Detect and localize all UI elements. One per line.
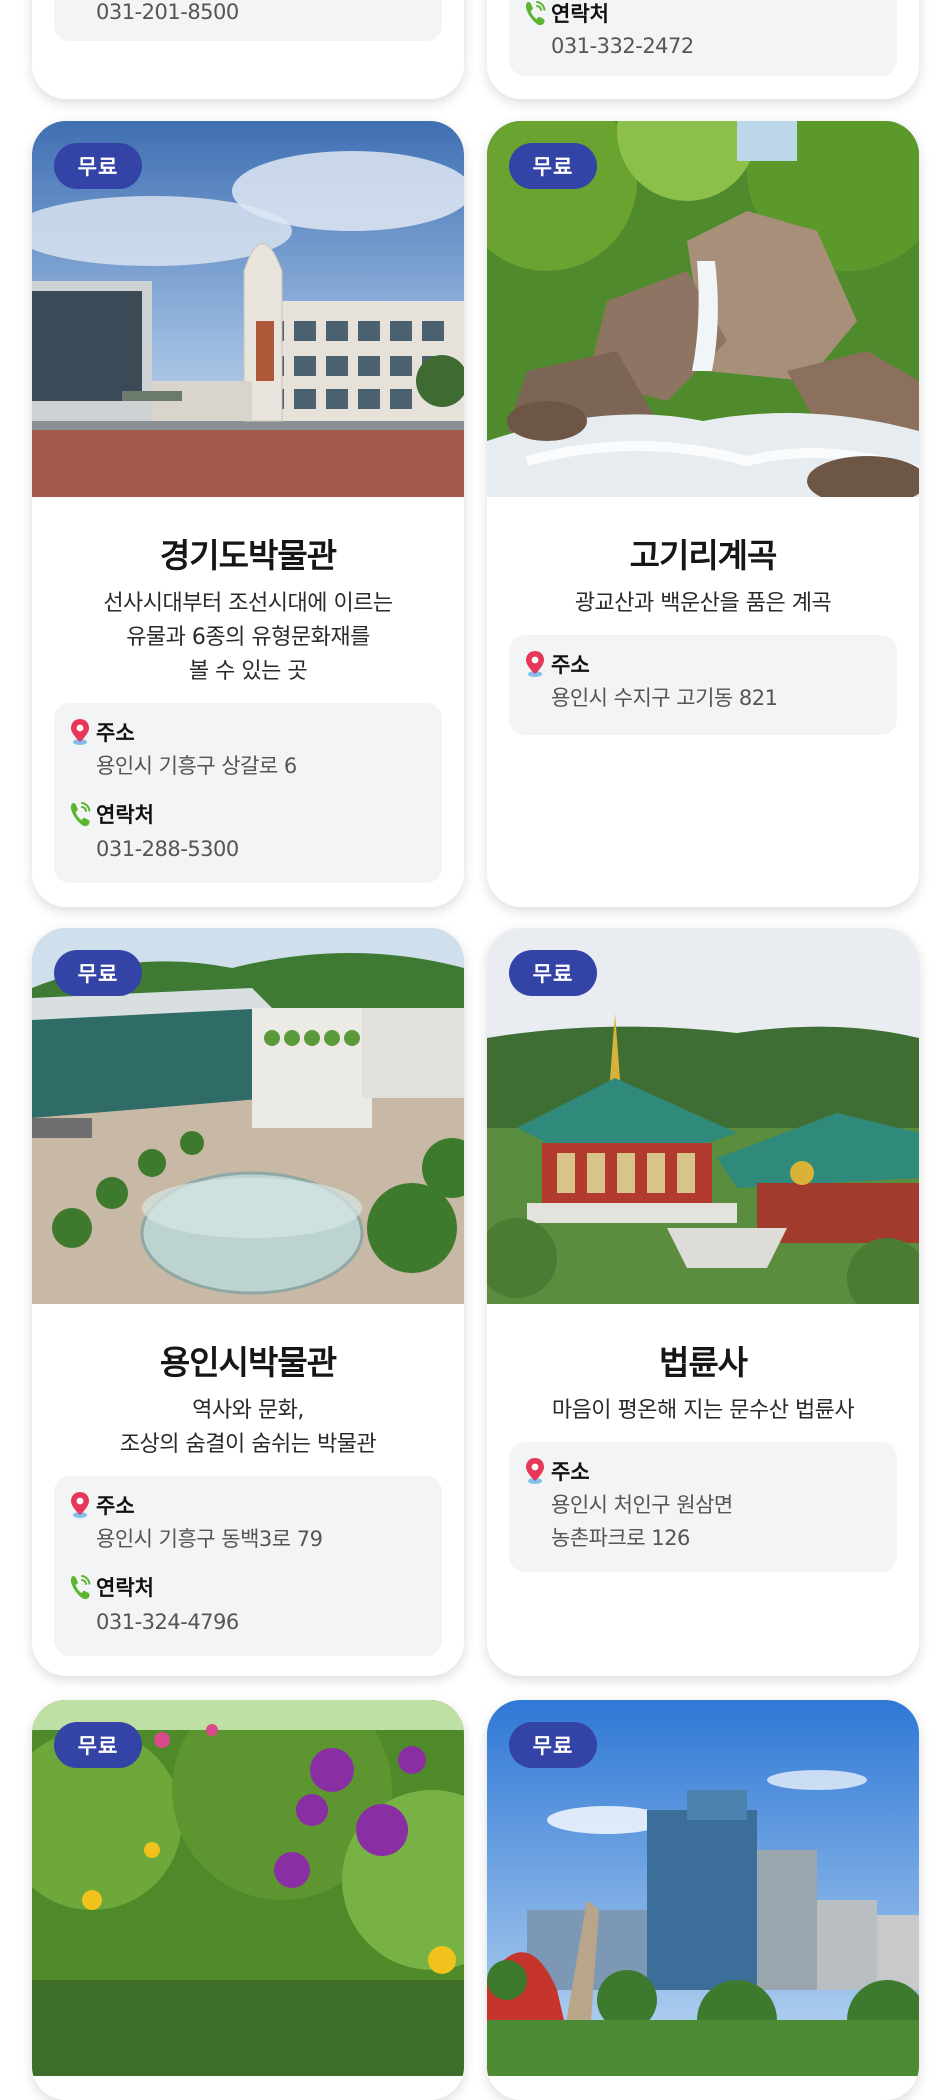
top-card-left[interactable]: 031-201-8500 [32, 0, 464, 99]
address-line: 용인시 수지구 고기동 821 [551, 686, 778, 710]
place-photo: 무료 [32, 1700, 464, 2076]
contact-label: 연락처 [551, 2, 609, 26]
address-value: 용인시 기흥구 동백3로 79 [96, 1523, 323, 1556]
free-badge: 무료 [509, 143, 597, 189]
place-photo: 무료 [487, 1700, 919, 2076]
phone-icon [521, 0, 549, 28]
place-card[interactable]: 무료 용인시박물관 역사와 문화, 조상의 숨결이 숨쉬는 박물관 주소 용인시… [32, 928, 464, 1676]
info-box: 주소 용인시 기흥구 상갈로 6 연락처 031-288-5300 [54, 703, 442, 883]
place-card[interactable]: 무료 경기도박물관 선사시대부터 조선시대에 이르는 유물과 6종의 유형문화재… [32, 121, 464, 907]
desc-line: 역사와 문화, [192, 1398, 304, 1423]
place-description: 광교산과 백운산을 품은 계곡 [487, 587, 919, 621]
place-card[interactable]: 무료 [32, 1700, 464, 2100]
phone-icon [66, 799, 94, 829]
place-title: 경기도박물관 [159, 536, 337, 575]
place-description: 선사시대부터 조선시대에 이르는 유물과 6종의 유형문화재를 볼 수 있는 곳 [32, 587, 464, 689]
map-pin-icon [66, 717, 94, 747]
phone-icon [66, 1572, 94, 1602]
address-value: 용인시 처인구 원삼면 농촌파크로 126 [551, 1489, 733, 1555]
place-title: 법륜사 [658, 1343, 748, 1382]
address-label-row: 주소 [521, 649, 590, 679]
desc-line: 볼 수 있는 곳 [188, 659, 308, 684]
address-label-row: 주소 [66, 717, 135, 747]
desc-line: 조상의 숨결이 숨쉬는 박물관 [119, 1432, 377, 1457]
map-pin-icon [66, 1490, 94, 1520]
info-box: 주소 용인시 수지구 고기동 821 [509, 635, 897, 735]
place-description: 역사와 문화, 조상의 숨결이 숨쉬는 박물관 [32, 1394, 464, 1462]
address-label: 주소 [551, 1460, 590, 1484]
contact-value: 031-324-4796 [96, 1610, 239, 1634]
address-value: 용인시 수지구 고기동 821 [551, 682, 778, 715]
address-line: 용인시 기흥구 동백3로 79 [96, 1527, 323, 1551]
place-photo: 무료 [32, 121, 464, 497]
address-line: 농촌파크로 126 [551, 1526, 690, 1550]
desc-line: 유물과 6종의 유형문화재를 [126, 625, 370, 650]
place-photo: 무료 [487, 928, 919, 1304]
place-description: 마음이 평온해 지는 문수산 법륜사 [487, 1394, 919, 1428]
place-card[interactable]: 무료 [487, 1700, 919, 2100]
place-photo: 무료 [487, 121, 919, 497]
contact-label-row: 연락처 [66, 1572, 154, 1602]
address-value: 용인시 기흥구 상갈로 6 [96, 750, 297, 783]
address-label: 주소 [96, 1494, 135, 1518]
info-box: 031-201-8500 [54, 0, 442, 41]
map-pin-icon [521, 649, 549, 679]
address-label: 주소 [96, 721, 135, 745]
top-card-right[interactable]: 연락처 031-332-2472 [487, 0, 919, 99]
desc-line: 광교산과 백운산을 품은 계곡 [574, 591, 832, 616]
info-box: 주소 용인시 처인구 원삼면 농촌파크로 126 [509, 1442, 897, 1572]
place-title: 용인시박물관 [159, 1343, 337, 1382]
address-label-row: 주소 [66, 1490, 135, 1520]
info-box: 주소 용인시 기흥구 동백3로 79 연락처 031-324-4796 [54, 1476, 442, 1656]
contact-value: 031-332-2472 [551, 34, 694, 58]
free-badge: 무료 [509, 1722, 597, 1768]
info-box: 연락처 031-332-2472 [509, 0, 897, 76]
address-label: 주소 [551, 653, 590, 677]
desc-line: 마음이 평온해 지는 문수산 법륜사 [551, 1398, 855, 1423]
free-badge: 무료 [54, 1722, 142, 1768]
address-line: 용인시 처인구 원삼면 [551, 1493, 733, 1517]
contact-label-row: 연락처 [521, 0, 609, 28]
place-card[interactable]: 무료 고기리계곡 광교산과 백운산을 품은 계곡 주소 용인시 수지구 고기동 … [487, 121, 919, 907]
map-pin-icon [521, 1456, 549, 1486]
place-title: 고기리계곡 [629, 536, 778, 575]
address-label-row: 주소 [521, 1456, 590, 1486]
free-badge: 무료 [54, 950, 142, 996]
place-card[interactable]: 무료 법륜사 마음이 평온해 지는 문수산 법륜사 주소 용인시 처인구 원삼면… [487, 928, 919, 1676]
contact-label: 연락처 [96, 803, 154, 827]
desc-line: 선사시대부터 조선시대에 이르는 [103, 591, 393, 616]
address-line: 용인시 기흥구 상갈로 6 [96, 754, 297, 778]
free-badge: 무료 [54, 143, 142, 189]
free-badge: 무료 [509, 950, 597, 996]
contact-value: 031-201-8500 [96, 0, 239, 24]
contact-label-row: 연락처 [66, 799, 154, 829]
contact-label: 연락처 [96, 1576, 154, 1600]
place-photo: 무료 [32, 928, 464, 1304]
contact-value: 031-288-5300 [96, 837, 239, 861]
